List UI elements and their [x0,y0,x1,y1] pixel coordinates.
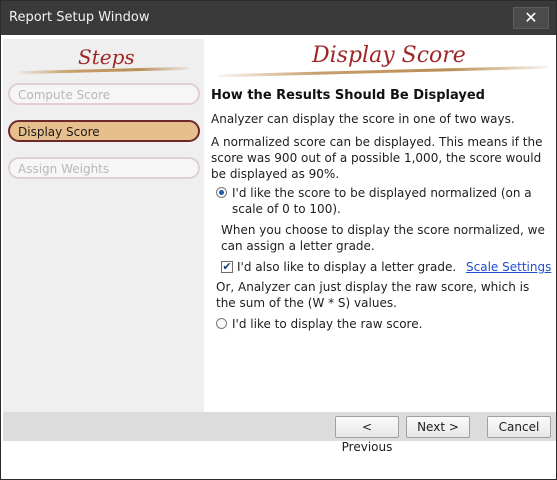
radio-normalized[interactable]: I'd like the score to be displayed norma… [216,185,546,217]
raw-score-description: Or, Analyzer can just display the raw sc… [216,280,530,310]
checkbox-letter-grade-label: I'd also like to display a letter grade. [237,260,457,274]
scale-settings-link[interactable]: Scale Settings [466,260,551,274]
radio-normalized-indicator[interactable] [216,187,227,198]
main-panel: Display Score How the Results Should Be … [204,39,556,412]
normalized-description: A normalized score can be displayed. Thi… [211,135,543,181]
checkmark-icon: ✔ [222,260,232,273]
radio-raw[interactable]: I'd like to display the raw score. [216,316,546,332]
page-title: Display Score [312,43,466,68]
previous-button[interactable]: < Previous [335,416,399,454]
step-assign-weights[interactable]: Assign Weights [8,157,200,179]
checkbox-letter-grade[interactable]: ✔ I'd also like to display a letter grad… [221,259,551,275]
cancel-button[interactable]: Cancel [487,416,551,438]
title-bar: Report Setup Window ✕ [1,1,556,35]
close-icon: ✕ [524,8,538,27]
radio-raw-indicator[interactable] [216,318,227,329]
section-heading: How the Results Should Be Displayed [211,88,485,103]
close-button[interactable]: ✕ [513,7,549,29]
next-button[interactable]: Next > [406,416,470,438]
window-title: Report Setup Window [9,10,150,25]
step-compute-score[interactable]: Compute Score [8,83,200,105]
checkbox-letter-grade-box[interactable]: ✔ [221,261,233,273]
footer-bar: < Previous Next > Cancel [3,412,556,454]
step-display-score[interactable]: Display Score [8,120,200,142]
radio-raw-label: I'd like to display the raw score. [232,317,423,331]
intro-text: Analyzer can display the score in one of… [211,112,515,126]
steps-heading: Steps [78,45,135,69]
steps-sidebar: Steps Compute Score Display Score Assign… [3,39,204,412]
letter-grade-description: When you choose to display the score nor… [221,223,545,253]
report-setup-window: Report Setup Window ✕ Steps Compute Scor… [0,0,557,480]
radio-normalized-label: I'd like the score to be displayed norma… [232,186,532,216]
